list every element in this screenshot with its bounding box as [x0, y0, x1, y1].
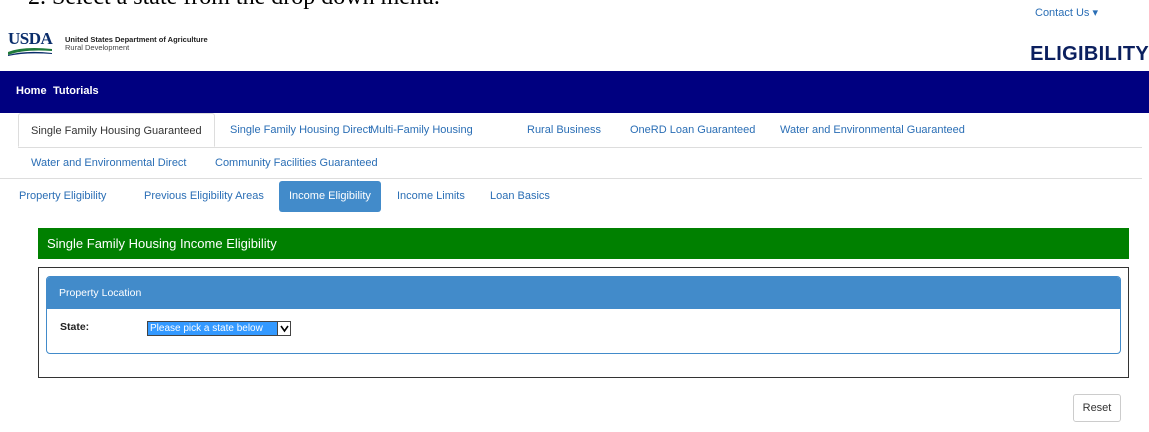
- subtab-loan-basics[interactable]: Loan Basics: [480, 181, 560, 212]
- tab-multi-family-housing[interactable]: Multi-Family Housing: [358, 113, 485, 147]
- program-tabs-row1: Single Family Housing Guaranteed Single …: [0, 113, 1149, 147]
- contact-us-link[interactable]: Contact Us ▾: [1035, 6, 1098, 19]
- subtab-income-limits[interactable]: Income Limits: [387, 181, 475, 212]
- tab-water-env-direct[interactable]: Water and Environmental Direct: [19, 146, 199, 180]
- tabs-divider-2: [0, 178, 1142, 179]
- form-container: Property Location State: Please pick a s…: [38, 267, 1129, 378]
- chevron-down-icon[interactable]: [277, 322, 290, 335]
- section-title: Single Family Housing Income Eligibility: [47, 236, 277, 251]
- tab-community-facilities[interactable]: Community Facilities Guaranteed: [203, 146, 390, 180]
- panel-title: Property Location: [59, 287, 142, 299]
- tab-sfh-guaranteed[interactable]: Single Family Housing Guaranteed: [18, 113, 215, 147]
- document-caption: 2. Select a state from the drop down men…: [28, 0, 440, 11]
- reset-button[interactable]: Reset: [1073, 394, 1121, 422]
- tab-water-env-guaranteed[interactable]: Water and Environmental Guaranteed: [768, 113, 977, 147]
- property-location-panel: Property Location State: Please pick a s…: [46, 276, 1121, 354]
- state-label: State:: [60, 321, 90, 333]
- section-header: Single Family Housing Income Eligibility: [38, 228, 1129, 259]
- subtab-property-eligibility[interactable]: Property Eligibility: [9, 181, 116, 212]
- page-brand-title: ELIGIBILITY: [1030, 43, 1149, 65]
- subtab-income-eligibility[interactable]: Income Eligibility: [279, 181, 381, 212]
- nav-home[interactable]: Home: [16, 85, 47, 97]
- top-navbar: Home Tutorials: [0, 71, 1149, 113]
- subtab-previous-eligibility-areas[interactable]: Previous Eligibility Areas: [134, 181, 274, 212]
- state-select[interactable]: Please pick a state below: [147, 321, 291, 336]
- usda-swoosh-icon: [8, 48, 52, 56]
- nav-tutorials[interactable]: Tutorials: [53, 85, 99, 97]
- usda-logo[interactable]: USDA United States Department of Agricul…: [8, 29, 248, 69]
- state-select-value: Please pick a state below: [150, 323, 263, 334]
- tab-onerd-loan-guaranteed[interactable]: OneRD Loan Guaranteed: [618, 113, 767, 147]
- program-tabs-row2: Water and Environmental Direct Community…: [0, 146, 1149, 180]
- panel-heading: Property Location: [47, 277, 1120, 309]
- agency-subname: Rural Development: [65, 43, 130, 52]
- tab-rural-business[interactable]: Rural Business: [515, 113, 613, 147]
